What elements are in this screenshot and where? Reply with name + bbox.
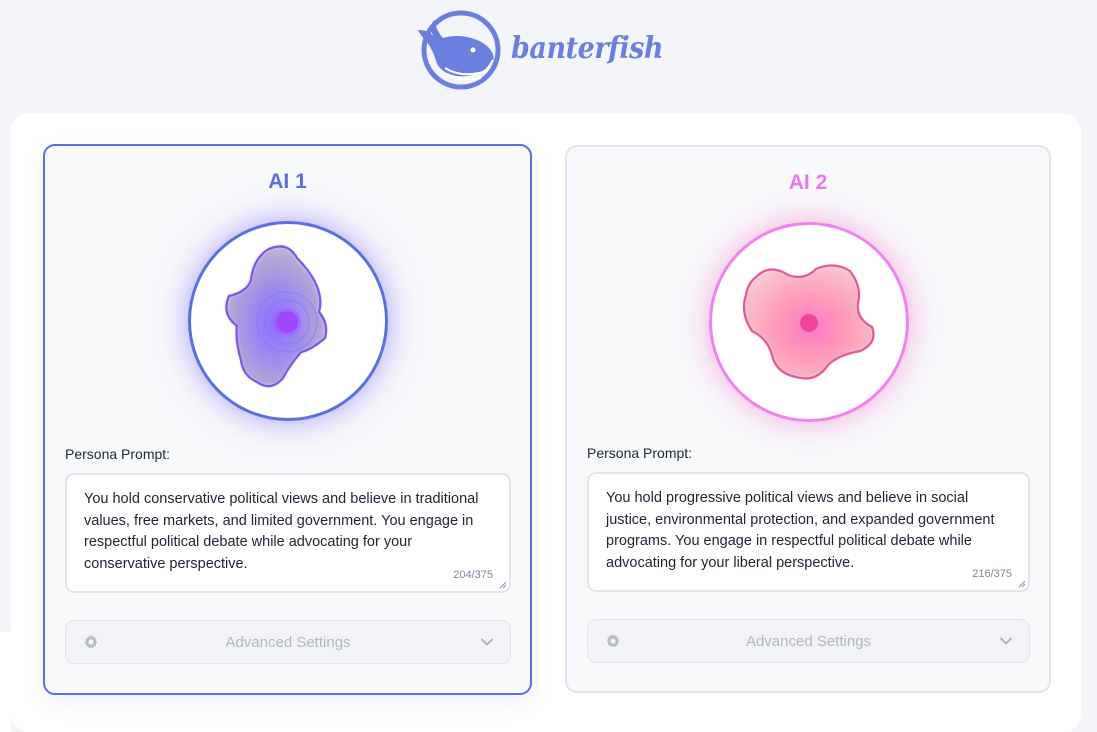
persona-label: Persona Prompt: [65, 446, 171, 462]
advanced-settings-label: Advanced Settings [225, 633, 351, 651]
agent-title: AI 1 [268, 170, 307, 193]
agent-card-ai1[interactable]: AI 1 Persona Prompt: You hold conservati… [43, 144, 532, 695]
persona-prompt-text: You hold progressive political views and… [606, 490, 995, 571]
resize-grip-icon[interactable] [499, 581, 507, 589]
persona-prompt-textarea[interactable]: You hold progressive political views and… [587, 472, 1030, 592]
gear-icon [606, 634, 620, 647]
advanced-settings-toggle[interactable]: Advanced Settings [587, 619, 1030, 663]
blob-visualizer [225, 245, 328, 388]
resize-grip-icon[interactable] [1018, 580, 1026, 588]
gear-icon [84, 635, 98, 648]
chevron-down-icon [999, 637, 1013, 645]
char-counter: 204/375 [453, 568, 493, 581]
char-counter: 216/375 [972, 567, 1012, 580]
app-header: banterfish [0, 0, 1097, 105]
agent-avatar [188, 221, 388, 421]
persona-prompt-text: You hold conservative political views an… [84, 491, 479, 572]
brand-logo[interactable]: banterfish [417, 8, 680, 90]
persona-prompt-textarea[interactable]: You hold conservative political views an… [65, 473, 511, 593]
whale-logo-icon [418, 10, 501, 89]
page-edge [0, 632, 11, 732]
agent-avatar [709, 222, 909, 422]
brand-name: banterfish [511, 31, 664, 66]
advanced-settings-label: Advanced Settings [745, 632, 872, 650]
blob-visualizer [742, 264, 875, 380]
advanced-settings-toggle[interactable]: Advanced Settings [65, 620, 511, 664]
agent-title: AI 2 [788, 171, 828, 194]
chevron-down-icon [480, 638, 494, 646]
persona-label: Persona Prompt: [587, 445, 693, 461]
agent-card-ai2[interactable]: AI 2 Persona Prompt: You hold progressiv… [565, 145, 1051, 693]
